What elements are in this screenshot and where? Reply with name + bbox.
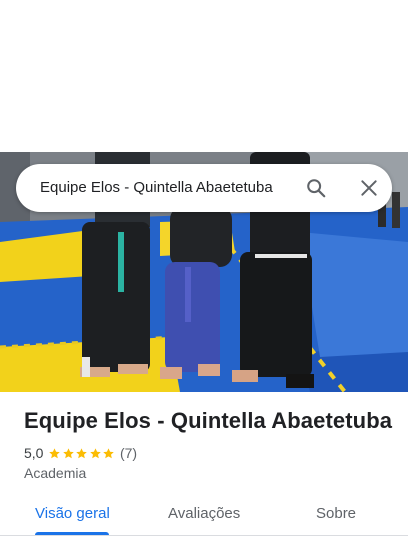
close-icon[interactable] <box>357 176 381 200</box>
search-input[interactable]: Equipe Elos - Quintella Abaetetuba <box>40 179 273 196</box>
star-icon <box>76 447 88 458</box>
rating-value: 5,0 <box>24 445 44 461</box>
tabs-divider <box>0 535 408 536</box>
tab-bar: Visão geral Avaliações Sobre <box>0 494 408 544</box>
review-count[interactable]: (7) <box>120 445 137 461</box>
star-icon <box>49 447 61 458</box>
star-icon <box>90 447 101 458</box>
search-box[interactable]: Equipe Elos - Quintella Abaetetuba <box>16 164 392 212</box>
tab-reviews[interactable]: Avaliações <box>168 505 240 522</box>
place-panel: Equipe Elos - Quintella Abaetetuba Equip… <box>0 0 408 544</box>
tab-about[interactable]: Sobre <box>316 505 356 522</box>
star-rating <box>48 447 116 460</box>
star-icon <box>103 447 115 458</box>
tab-overview[interactable]: Visão geral <box>35 505 110 522</box>
search-icon[interactable] <box>304 176 328 200</box>
star-icon <box>63 447 74 458</box>
place-title: Equipe Elos - Quintella Abaetetuba <box>24 408 393 433</box>
rating-row[interactable]: 5,0 (7) <box>24 444 137 462</box>
place-category[interactable]: Academia <box>24 465 86 481</box>
